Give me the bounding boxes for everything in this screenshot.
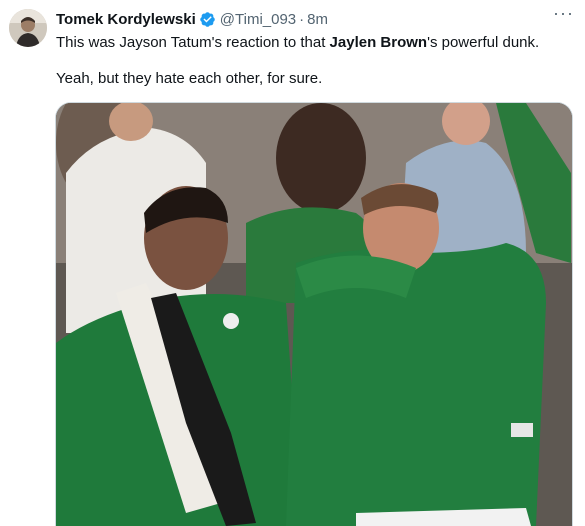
text-part: 's powerful dunk. [427,34,540,51]
separator-dot: · [299,10,305,28]
mention-bold: Jaylen Brown [329,34,428,51]
avatar[interactable] [9,9,47,47]
tweet-text-line-1: This was Jayson Tatum's reaction to that… [56,33,539,53]
verified-badge-icon [199,11,216,28]
tweet-header: Tomek Kordylewski @Timi_093 · 8m [56,9,328,29]
timestamp[interactable]: 8m [307,11,328,28]
tweet-media-image[interactable] [55,102,573,526]
tweet[interactable]: Tomek Kordylewski @Timi_093 · 8m ··· Thi… [0,0,585,526]
tweet-text-line-2: Yeah, but they hate each other, for sure… [56,70,323,87]
author-handle[interactable]: @Timi_093 [220,11,296,28]
media-illustration [56,103,572,526]
more-options-icon[interactable]: ··· [553,4,573,26]
author-name[interactable]: Tomek Kordylewski [56,11,196,28]
text-part: This was Jayson Tatum's reaction to that [56,34,330,51]
